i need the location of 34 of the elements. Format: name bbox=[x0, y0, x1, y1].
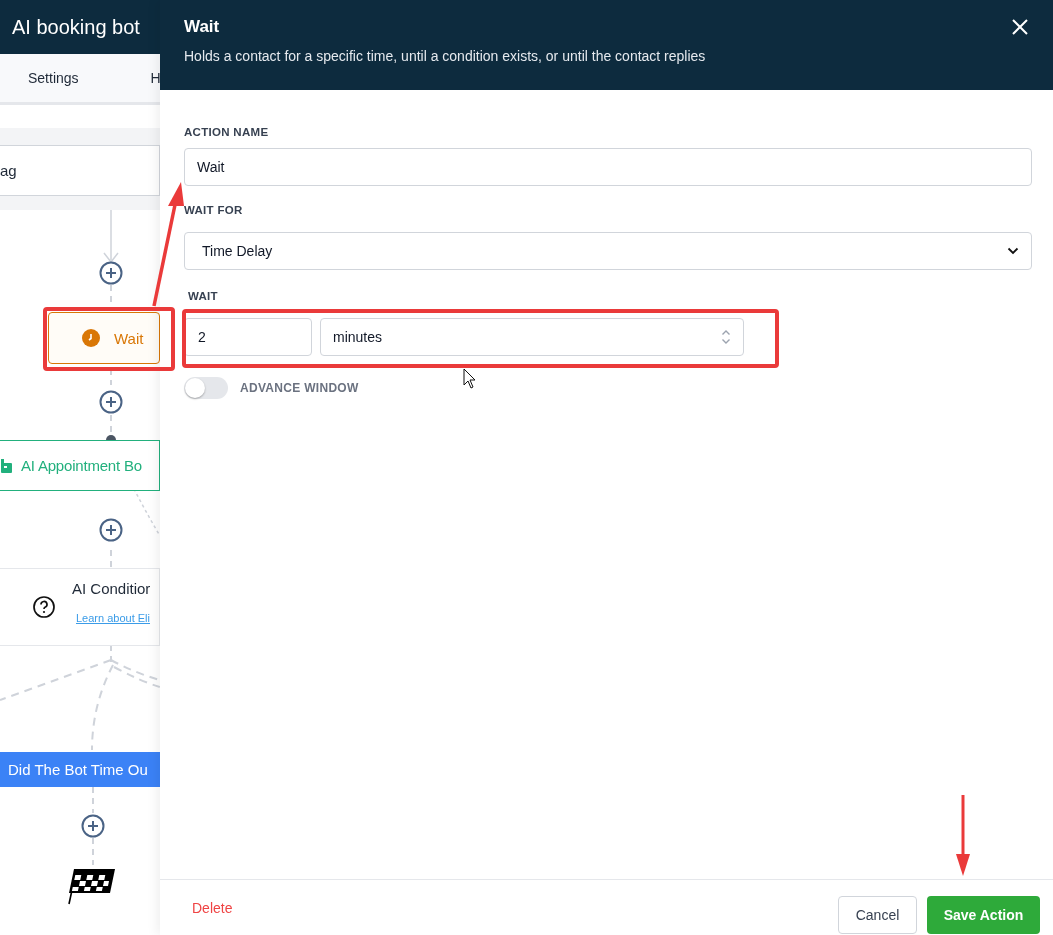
tab[interactable]: Settings bbox=[28, 70, 79, 86]
wait-amount-field[interactable]: 2 bbox=[184, 318, 312, 356]
toggle-label: ADVANCE WINDOW bbox=[240, 381, 359, 395]
cancel-button[interactable]: Cancel bbox=[838, 895, 917, 934]
add-step-icon[interactable] bbox=[99, 390, 123, 414]
workflow-node[interactable]: ag bbox=[0, 145, 160, 196]
action-name-field[interactable]: Wait bbox=[184, 148, 1032, 186]
node-label: AI Conditior bbox=[72, 580, 151, 597]
app-title: AI booking bot bbox=[12, 15, 140, 39]
drawer-title: Wait bbox=[184, 17, 220, 37]
finish-flag-icon bbox=[68, 867, 116, 905]
add-step-icon[interactable] bbox=[99, 261, 123, 285]
help-icon bbox=[33, 596, 55, 618]
drawer-subtitle: Holds a contact for a specific time, until a condition exists, or until the contact replies bbox=[184, 48, 706, 64]
node-label: Wait bbox=[114, 329, 144, 347]
node-label: AI Appointment Bo bbox=[21, 457, 142, 474]
branch-node[interactable]: Did The Bot Time Ou bbox=[0, 752, 160, 787]
add-step-icon[interactable] bbox=[81, 814, 105, 838]
delete-button[interactable]: Delete bbox=[192, 899, 233, 916]
toggle-switch[interactable] bbox=[184, 377, 228, 399]
close-icon[interactable] bbox=[1011, 18, 1029, 36]
connector-arrow bbox=[103, 209, 119, 264]
wait-unit-dropdown[interactable]: minutes bbox=[320, 318, 744, 356]
add-step-icon[interactable] bbox=[99, 518, 123, 542]
field-label: WAIT FOR bbox=[184, 204, 244, 216]
wait-for-dropdown[interactable]: Time Delay bbox=[184, 232, 1032, 270]
field-label: WAIT bbox=[188, 290, 219, 302]
clock-icon bbox=[82, 329, 100, 347]
tab[interactable]: H bbox=[150, 70, 161, 86]
workflow-node[interactable]: AI Conditior Learn about Eli bbox=[0, 568, 160, 646]
field-label: ACTION NAME bbox=[184, 126, 270, 138]
cursor-icon bbox=[463, 368, 476, 389]
sort-arrows-icon bbox=[721, 329, 731, 345]
chevron-down-icon bbox=[1007, 247, 1019, 255]
